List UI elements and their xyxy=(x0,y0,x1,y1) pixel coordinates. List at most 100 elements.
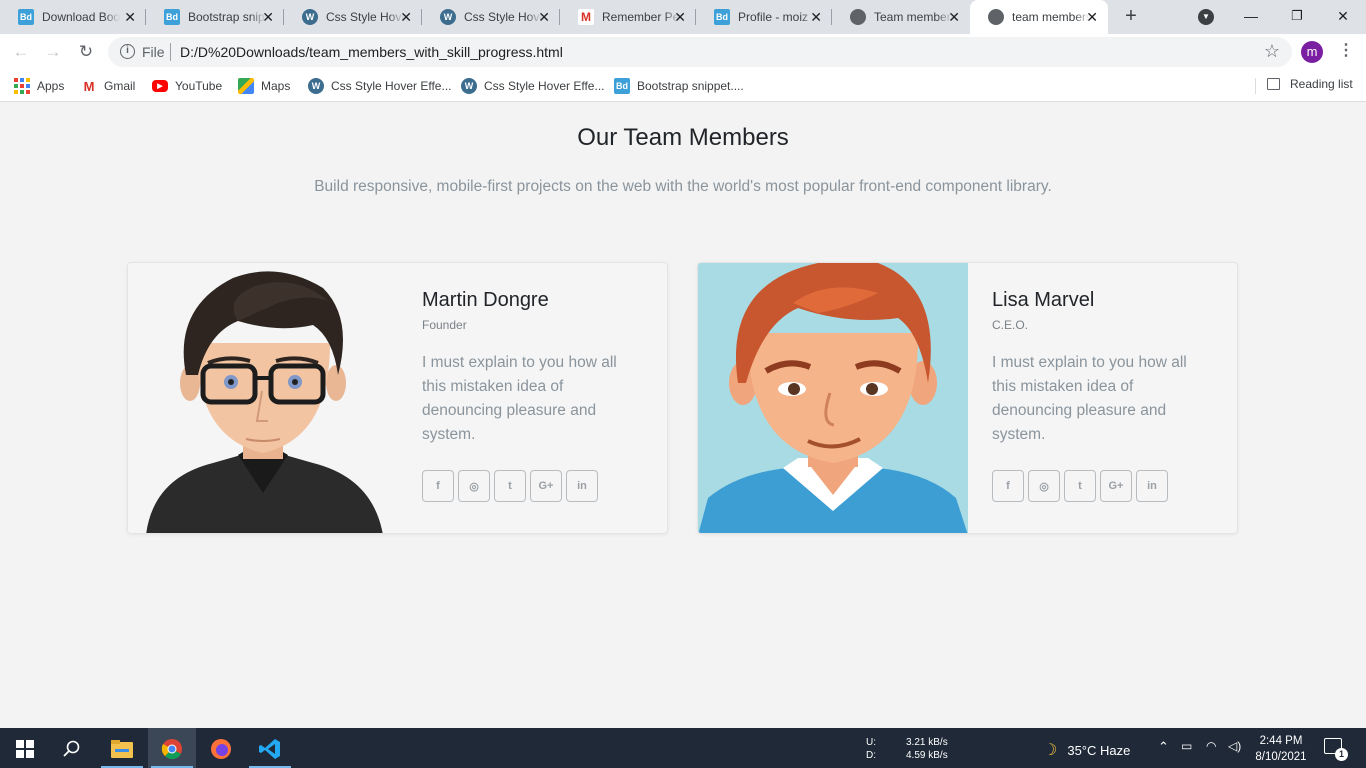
social-links: f ◎ t G+ in xyxy=(992,470,1168,502)
linkedin-icon[interactable]: in xyxy=(1136,470,1168,502)
battery-icon[interactable]: ▭ xyxy=(1181,739,1192,753)
facebook-icon[interactable]: f xyxy=(992,470,1024,502)
tab-title: Remember Pe xyxy=(602,10,680,24)
close-tab-icon[interactable]: ✕ xyxy=(400,9,412,25)
show-hidden-icons-icon[interactable]: ⌃ xyxy=(1158,739,1169,755)
restore-icon[interactable]: ❐ xyxy=(1284,4,1310,28)
address-bar[interactable]: i File D:/D%20Downloads/team_members_wit… xyxy=(108,37,1292,67)
member-name: Martin Dongre xyxy=(422,289,549,311)
linkedin-icon[interactable]: in xyxy=(566,470,598,502)
browser-tab[interactable]: Bd Bootstrap snippet ✕ xyxy=(146,0,284,34)
bookmark-bootstrap-snippet[interactable]: Bd Bootstrap snippet.... xyxy=(614,77,744,95)
close-tab-icon[interactable]: ✕ xyxy=(124,9,136,25)
reading-list-button[interactable]: Reading list xyxy=(1267,77,1353,91)
bookmark-label: Bootstrap snippet.... xyxy=(637,79,744,93)
close-tab-icon[interactable]: ✕ xyxy=(810,9,822,25)
gmail-icon: M xyxy=(83,78,95,94)
member-name: Lisa Marvel xyxy=(992,289,1095,311)
firefox-icon[interactable] xyxy=(210,738,232,760)
google-plus-icon[interactable]: G+ xyxy=(530,470,562,502)
profile-avatar[interactable]: m xyxy=(1301,41,1323,63)
browser-tab[interactable]: W Css Style Hover Effects ✕ xyxy=(422,0,560,34)
tab-search-icon[interactable]: ▼ xyxy=(1198,9,1214,25)
maps-icon xyxy=(238,78,254,94)
tab-title: team members xyxy=(1012,10,1090,24)
browser-tab-active[interactable]: team members ✕ xyxy=(970,0,1108,34)
twitter-icon[interactable]: t xyxy=(494,470,526,502)
wifi-icon[interactable]: ◠ xyxy=(1206,739,1216,753)
member-photo xyxy=(128,263,398,533)
member-role: C.E.O. xyxy=(992,318,1029,332)
back-icon[interactable]: ← xyxy=(10,41,32,63)
window-close-icon[interactable]: ✕ xyxy=(1330,4,1356,28)
windows-start-icon[interactable] xyxy=(14,738,36,760)
browser-tab[interactable]: Bd Profile - moiz ✕ xyxy=(696,0,832,34)
tab-title: Download Bootstrap xyxy=(42,10,120,24)
bookmark-maps[interactable]: Maps xyxy=(238,77,290,95)
youtube-icon: ▶ xyxy=(152,80,168,92)
facebook-icon[interactable]: f xyxy=(422,470,454,502)
menu-kebab-icon[interactable]: ⋮ xyxy=(1338,40,1354,62)
url-text[interactable]: D:/D%20Downloads/team_members_with_skill… xyxy=(180,44,563,60)
forward-icon[interactable]: → xyxy=(42,41,64,63)
instagram-icon[interactable]: ◎ xyxy=(458,470,490,502)
bookmark-label: Css Style Hover Effe... xyxy=(331,79,452,93)
browser-tab[interactable]: Team members ✕ xyxy=(832,0,970,34)
instagram-icon[interactable]: ◎ xyxy=(1028,470,1060,502)
close-tab-icon[interactable]: ✕ xyxy=(538,9,550,25)
close-tab-icon[interactable]: ✕ xyxy=(1086,9,1098,25)
social-links: f ◎ t G+ in xyxy=(422,470,598,502)
vscode-icon[interactable] xyxy=(249,738,291,768)
twitter-icon[interactable]: t xyxy=(1064,470,1096,502)
network-speed-labels: U: D: xyxy=(866,737,876,761)
bookmark-gmail[interactable]: M Gmail xyxy=(81,77,136,95)
search-icon[interactable] xyxy=(61,738,83,760)
weather-text: 35°C Haze xyxy=(1067,742,1131,758)
browser-tab-strip: Bd Download Bootstrap ✕ Bd Bootstrap sni… xyxy=(0,0,1366,34)
bootstrap-favicon-icon: Bd xyxy=(164,9,180,25)
minimize-icon[interactable]: — xyxy=(1238,4,1264,28)
team-member-card: Lisa Marvel C.E.O. I must explain to you… xyxy=(697,262,1238,534)
browser-tab[interactable]: W Css Style Hover Effects ✕ xyxy=(284,0,422,34)
apps-icon xyxy=(14,78,30,94)
wordpress-icon: W xyxy=(461,78,477,94)
wordpress-icon: W xyxy=(308,78,324,94)
bookmark-css-hover-2[interactable]: W Css Style Hover Effe... xyxy=(461,77,605,95)
bootstrap-favicon-icon: Bd xyxy=(18,9,34,25)
bookmark-youtube[interactable]: ▶ YouTube xyxy=(152,77,222,95)
tab-title: Bootstrap snippet xyxy=(188,10,266,24)
bookmark-label: Gmail xyxy=(104,79,136,93)
system-clock[interactable]: 2:44 PM 8/10/2021 xyxy=(1250,733,1312,765)
scheme-label: File xyxy=(142,44,165,60)
tab-title: Css Style Hover Effects xyxy=(326,10,404,24)
clock-date: 8/10/2021 xyxy=(1255,751,1307,763)
team-member-card: Martin Dongre Founder I must explain to … xyxy=(127,262,668,534)
bookmark-label: Apps xyxy=(37,79,65,93)
google-plus-icon[interactable]: G+ xyxy=(1100,470,1132,502)
chrome-icon[interactable] xyxy=(151,738,193,768)
globe-favicon-icon xyxy=(850,9,866,25)
file-explorer-icon[interactable] xyxy=(101,738,143,768)
close-tab-icon[interactable]: ✕ xyxy=(948,9,960,25)
member-role: Founder xyxy=(422,318,467,332)
globe-favicon-icon xyxy=(988,9,1004,25)
tab-title: Css Style Hover Effects xyxy=(464,10,542,24)
browser-tab[interactable]: Bd Download Bootstrap ✕ xyxy=(0,0,146,34)
tab-title: Team members xyxy=(874,10,952,24)
bookmark-star-icon[interactable]: ☆ xyxy=(1264,41,1280,62)
bookmark-apps[interactable]: Apps xyxy=(14,77,64,95)
bootstrap-icon: Bd xyxy=(614,78,630,94)
bookmark-css-hover-1[interactable]: W Css Style Hover Effe... xyxy=(308,77,452,95)
member-bio: I must explain to you how all this mista… xyxy=(422,354,617,443)
close-tab-icon[interactable]: ✕ xyxy=(262,9,274,25)
new-tab-button[interactable]: + xyxy=(1119,4,1143,28)
close-tab-icon[interactable]: ✕ xyxy=(674,9,686,25)
reload-icon[interactable]: ↻ xyxy=(75,41,97,63)
volume-icon[interactable]: ◁) xyxy=(1228,739,1241,753)
reading-list-label: Reading list xyxy=(1290,77,1353,91)
browser-tab[interactable]: M Remember Pe ✕ xyxy=(560,0,696,34)
weather-widget[interactable]: ☽ 35°C Haze xyxy=(1043,740,1130,760)
notification-count-badge: 1 xyxy=(1335,748,1348,761)
info-icon[interactable]: i xyxy=(120,44,135,59)
browser-toolbar: ← → ↻ i File D:/D%20Downloads/team_membe… xyxy=(0,34,1366,70)
